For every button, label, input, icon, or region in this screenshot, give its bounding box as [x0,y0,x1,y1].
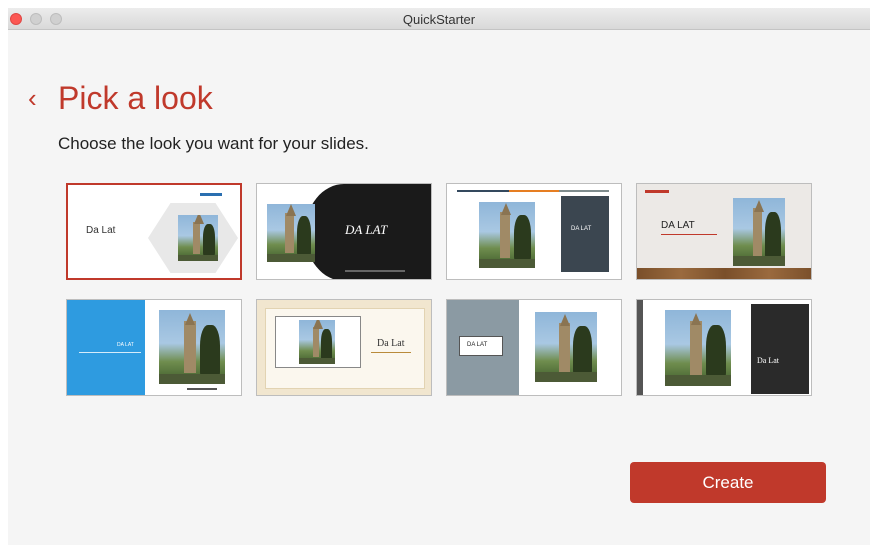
blue-side-panel [67,300,145,395]
theme-thumbnail-7[interactable]: DA LAT [446,299,622,396]
theme-thumbnail-8[interactable]: Da Lat [636,299,812,396]
theme-title-text: DA LAT [571,226,592,232]
theme-title-line [79,352,141,353]
theme-thumbnail-6[interactable]: Da Lat [256,299,432,396]
back-chevron-icon[interactable]: ‹ [28,83,37,113]
theme-title-underline [661,234,717,235]
theme-thumbnail-2[interactable]: DA LAT [256,183,432,280]
theme-title-text: DA LAT [467,342,488,348]
theme-preview-photo [733,198,785,266]
theme-preview-photo [665,310,731,386]
theme-preview-photo [159,310,225,384]
page-subtitle: Choose the look you want for your slides… [58,134,369,153]
theme-title-text: DA LAT [345,222,388,237]
dark-side-panel [751,304,809,394]
theme-preview-photo [299,320,335,364]
theme-title-text: DA LAT [117,342,134,348]
window-title: QuickStarter [402,12,476,27]
theme-preview-photo [479,202,535,268]
theme-preview-photo [535,312,597,382]
theme-top-stripe-accent [509,190,559,192]
gray-left-bar [637,300,643,395]
theme-preview-photo [178,215,218,261]
title-bar: QuickStarter [8,8,870,30]
theme-title-text: Da Lat [757,356,779,365]
theme-title-text: DA LAT [661,220,695,231]
theme-thumbnail-1[interactable]: Da Lat [66,183,242,280]
theme-thumbnail-5[interactable]: DA LAT [66,299,242,396]
theme-thumbnail-3[interactable]: DA LAT [446,183,622,280]
wood-floor-strip [637,268,811,279]
theme-top-stripe-right [559,190,609,192]
theme-footer-line [345,270,405,272]
create-button[interactable]: Create [630,462,826,503]
theme-title-text: Da Lat [86,225,116,236]
theme-title-underline [371,352,411,353]
page-title: Pick a look [58,80,213,116]
theme-side-panel [561,196,609,272]
theme-logo-mark [645,190,669,193]
theme-footer-line [187,388,217,390]
theme-top-stripe [457,190,517,192]
theme-accent-dot [200,193,222,196]
theme-thumbnail-4[interactable]: DA LAT [636,183,812,280]
theme-preview-photo [267,204,315,262]
theme-title-text: Da Lat [377,338,405,349]
